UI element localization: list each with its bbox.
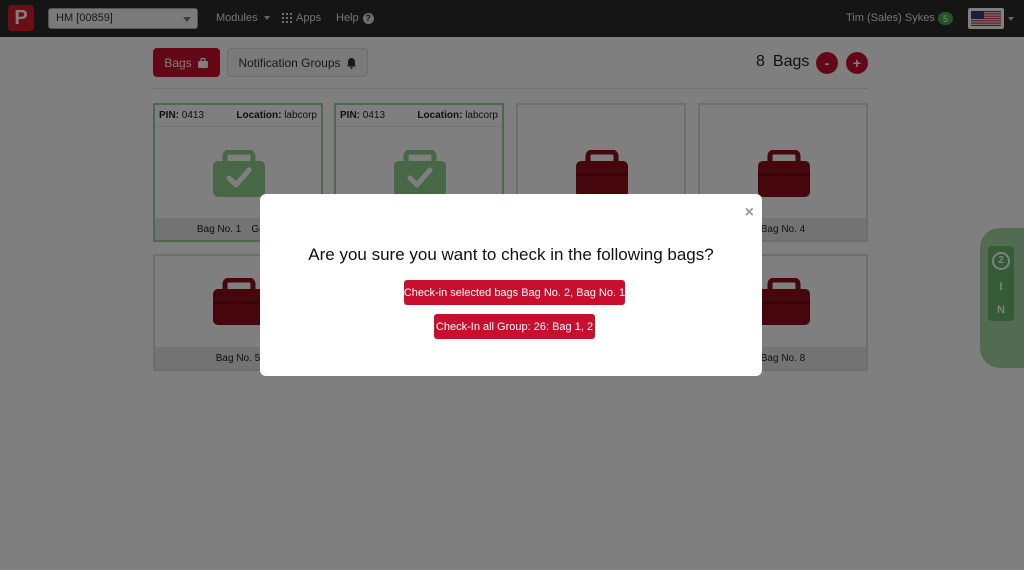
modal-title: Are you sure you want to check in the fo… [308, 245, 714, 264]
check-in-group-button[interactable]: Check-In all Group: 26: Bag 1, 2 [434, 314, 595, 339]
check-in-confirm-modal: × Are you sure you want to check in the … [260, 194, 762, 376]
check-in-selected-button[interactable]: Check-in selected bags Bag No. 2, Bag No… [404, 280, 625, 305]
close-icon[interactable]: × [745, 204, 754, 222]
